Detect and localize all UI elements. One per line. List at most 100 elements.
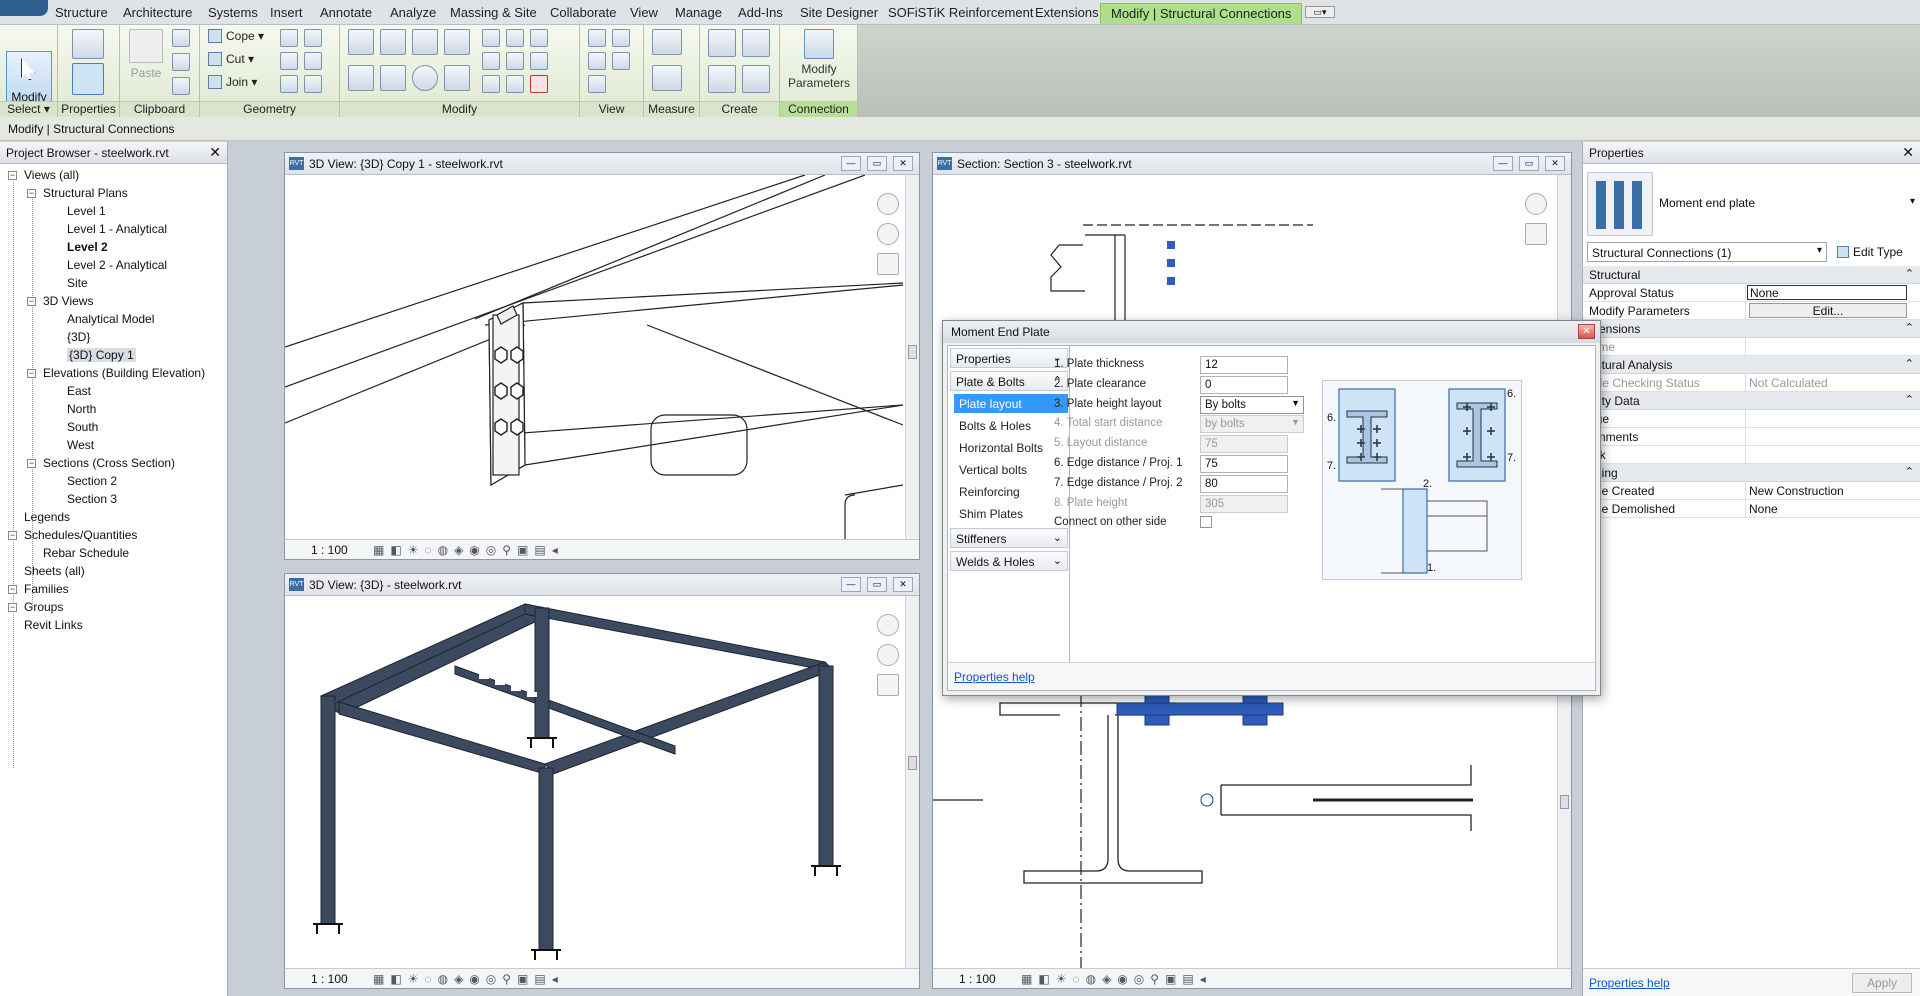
tree-item[interactable]: Section 2 [67,474,117,488]
group-label-select[interactable]: Select ▾ [0,101,57,117]
dialog-title-bar[interactable]: Moment End Plate ✕ [943,321,1600,343]
field-input[interactable]: 80 [1200,474,1288,493]
collapse-icon[interactable]: ⌃ [1905,321,1914,334]
match-properties-icon[interactable] [172,77,190,95]
viewport-3d[interactable]: RVT 3D View: {3D} - steelwork.rvt — ▭ ✕ [284,573,920,989]
tree-item[interactable]: Section 3 [67,492,117,506]
field-input[interactable]: 75 [1200,455,1288,473]
nav-welds-holes[interactable]: Welds & Holes ⌄ [950,551,1068,571]
tree-item[interactable]: Level 1 [67,204,106,218]
minimize-icon[interactable]: — [841,156,861,171]
tree-item[interactable]: Level 2 - Analytical [67,258,167,272]
vertical-scrollbar[interactable] [905,175,919,539]
tree-item[interactable]: Analytical Model [67,312,154,326]
minimize-icon[interactable]: — [1493,156,1513,171]
tab-architecture[interactable]: Architecture [123,5,192,20]
aligned-dimension-icon[interactable] [652,65,682,91]
close-icon[interactable]: ✕ [1545,156,1565,171]
mirror-draw-icon[interactable] [444,29,470,55]
property-value[interactable]: None [1747,285,1907,300]
field-dropdown[interactable]: By bolts ▼ [1200,395,1304,414]
tab-annotate[interactable]: Annotate [320,5,372,20]
property-category[interactable]: ntity Data ⌃ [1583,392,1920,410]
tree-toggle-icon[interactable]: − [27,459,36,468]
close-icon[interactable]: ✕ [209,144,221,161]
tab-insert[interactable]: Insert [270,5,303,20]
modify-parameters-button[interactable]: Modify Parameters [784,29,854,90]
collapse-icon[interactable]: ⌃ [1905,393,1914,406]
tree-item[interactable]: Structural Plans [43,186,128,200]
tree-item[interactable]: Sheets (all) [24,564,85,578]
unpin-icon[interactable] [530,52,548,70]
delete-icon[interactable] [530,75,548,93]
nav-shim-plates[interactable]: Shim Plates [954,504,1068,523]
view-cube-icon[interactable] [877,614,899,636]
steering-wheel-icon[interactable] [877,223,899,245]
tree-item[interactable]: Level 2 [67,240,108,254]
tree-item[interactable]: Level 1 - Analytical [67,222,167,236]
edit-type-button[interactable]: Edit Type [1835,242,1919,262]
hide-element-icon[interactable] [588,75,606,93]
close-icon[interactable]: ✕ [893,577,913,592]
steering-wheel-icon[interactable] [877,644,899,666]
tab-site-designer[interactable]: Site Designer [800,5,878,20]
zoom-icon[interactable] [877,253,899,275]
close-icon[interactable]: ✕ [1578,324,1595,339]
view-dropdown-icon[interactable] [612,29,630,47]
move-icon[interactable] [348,65,374,91]
tab-modify-structural-connections[interactable]: Modify | Structural Connections [1100,3,1303,24]
extend-icon[interactable] [506,75,524,93]
view-scale[interactable]: 1 : 100 [311,972,348,986]
paint-icon[interactable] [304,29,322,47]
cut-scissors-icon[interactable] [172,29,190,47]
tree-item[interactable]: Views (all) [24,168,79,182]
property-category[interactable]: Structural ⌃ [1583,266,1920,284]
tree-item[interactable]: Groups [24,600,63,614]
tree-toggle-icon[interactable]: − [8,585,17,594]
nav-vertical-bolts[interactable]: Vertical bolts [954,460,1068,479]
measure-distance-icon[interactable] [652,29,682,55]
view-scale[interactable]: 1 : 100 [959,972,996,986]
property-category[interactable]: mensions ⌃ [1583,320,1920,338]
copy-element-icon[interactable] [380,65,406,91]
tree-item[interactable]: West [67,438,94,452]
application-menu-button[interactable] [0,0,48,16]
tree-toggle-icon[interactable]: − [27,369,36,378]
tree-item[interactable]: East [67,384,91,398]
tree-toggle-icon[interactable]: − [8,531,17,540]
join-button[interactable]: Join ▾ [208,75,257,89]
close-icon[interactable]: ✕ [1902,144,1914,161]
nav-properties[interactable]: Properties ⌄ [950,348,1068,368]
tab-view[interactable]: View [630,5,658,20]
nav-reinforcing[interactable]: Reinforcing [954,482,1068,501]
instance-filter-dropdown[interactable]: Structural Connections (1) ▾ [1587,242,1827,262]
tab-sofistik-reinforcement[interactable]: SOFiSTiK Reinforcement [888,5,1033,20]
tab-manage[interactable]: Manage [675,5,722,20]
copy-icon[interactable] [172,53,190,71]
type-properties-icon[interactable] [72,29,104,59]
restore-icon[interactable]: ▭ [867,156,887,171]
tree-toggle-icon[interactable]: − [8,603,17,612]
cut-geometry-button[interactable]: Cut ▾ [208,52,254,66]
collapse-icon[interactable]: ⌃ [1905,465,1914,478]
tree-item[interactable]: Sections (Cross Section) [43,456,175,470]
tab-extensions[interactable]: Extensions [1035,5,1099,20]
restore-icon[interactable]: ▭ [867,577,887,592]
align-icon[interactable] [348,29,374,55]
tree-item[interactable]: 3D Views [43,294,93,308]
zoom-icon[interactable] [877,674,899,696]
split-gap-icon[interactable] [506,29,524,47]
tab-overflow-dropdown[interactable]: ▭▾ [1305,6,1335,18]
override-graphics-icon[interactable] [588,29,606,47]
close-icon[interactable]: ✕ [893,156,913,171]
tree-item[interactable]: Schedules/Quantities [24,528,137,542]
cope-button[interactable]: Cope ▾ [208,29,264,43]
tree-item[interactable]: South [67,420,98,434]
tree-toggle-icon[interactable]: − [27,189,36,198]
nav-plate-layout[interactable]: Plate layout [954,394,1068,413]
nav-horizontal-bolts[interactable]: Horizontal Bolts [954,438,1068,457]
minimize-icon[interactable]: — [841,577,861,592]
mirror-axis-icon[interactable] [412,29,438,55]
nav-stiffeners[interactable]: Stiffeners ⌄ [950,528,1068,548]
tab-analyze[interactable]: Analyze [390,5,436,20]
